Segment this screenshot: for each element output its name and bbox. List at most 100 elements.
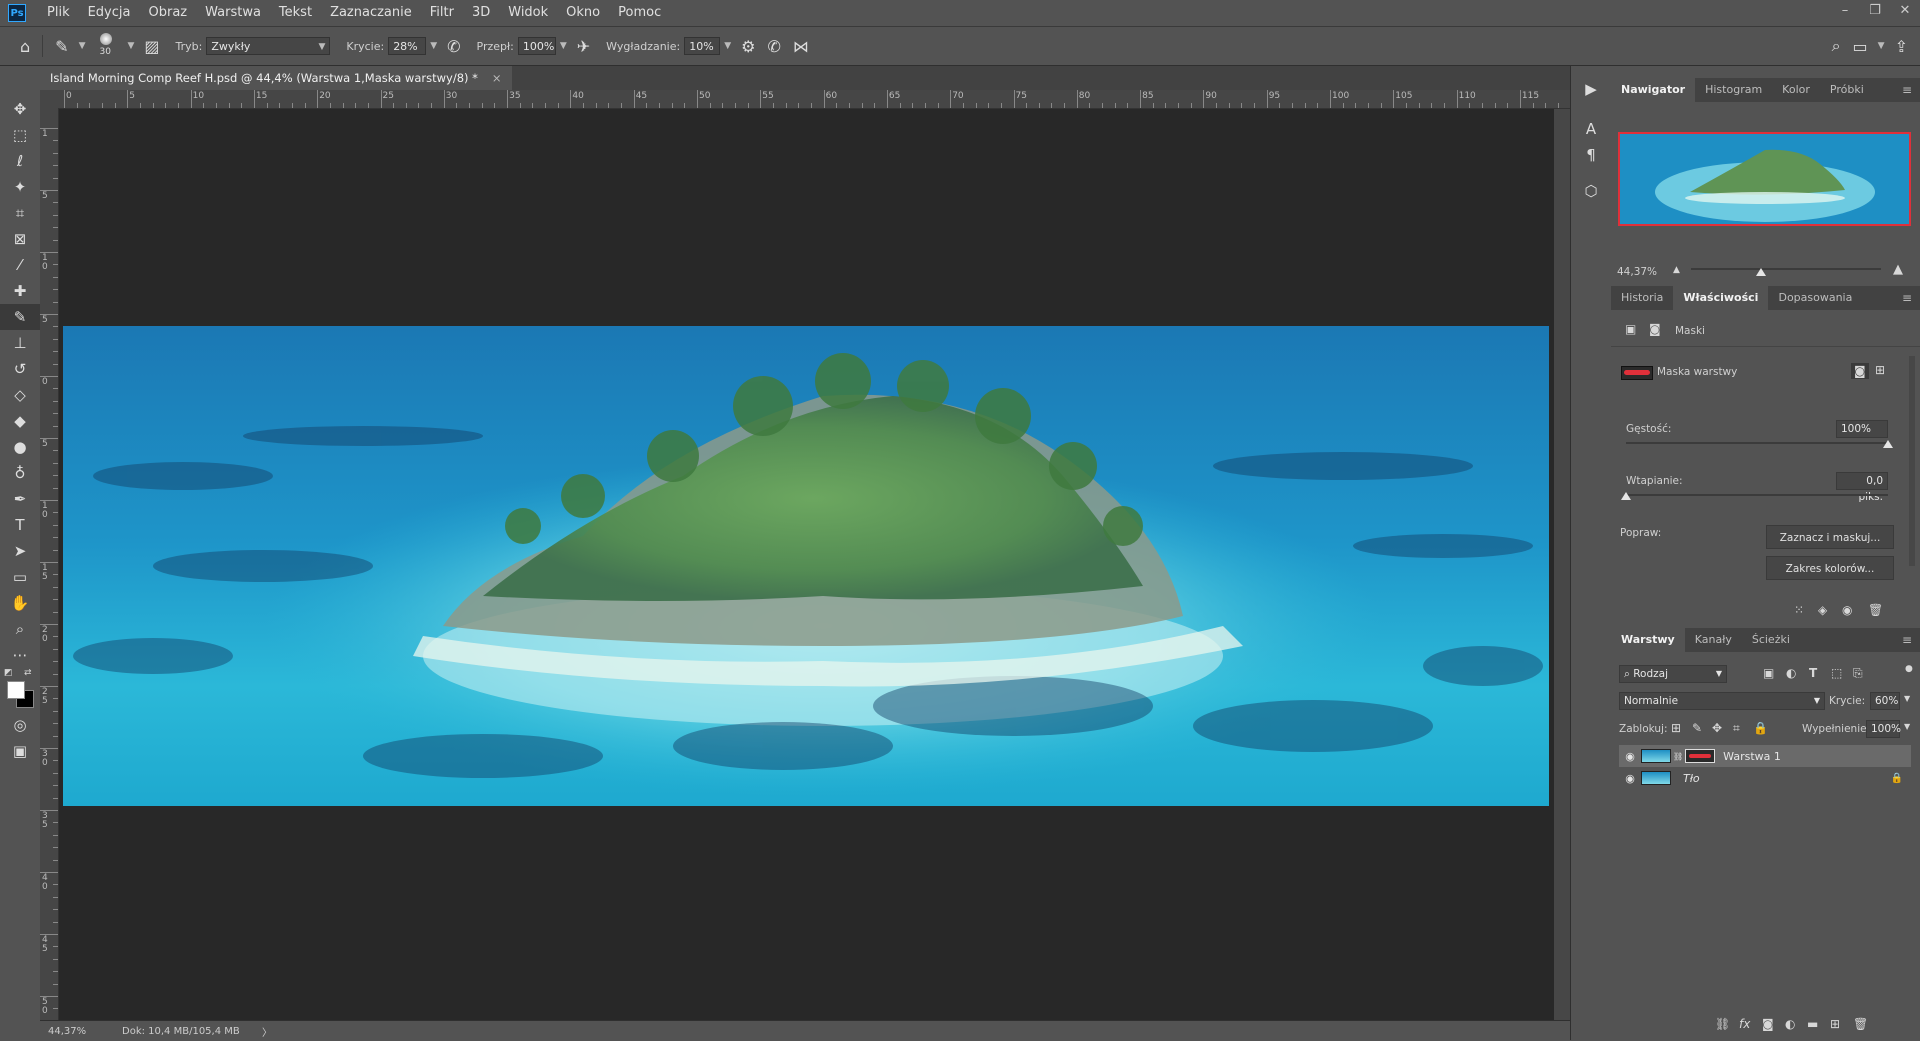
vector-mask-icon[interactable]: ◙ bbox=[1649, 322, 1661, 336]
tab-sciezki[interactable]: Ścieżki bbox=[1742, 628, 1800, 652]
search-icon[interactable]: ⌕ bbox=[1832, 36, 1841, 56]
restore-button[interactable]: ❐ bbox=[1860, 0, 1890, 22]
chevron-down-icon[interactable]: ▼ bbox=[724, 41, 731, 51]
select-pixel-mask-icon[interactable]: ◙ bbox=[1851, 363, 1869, 379]
minimize-button[interactable]: – bbox=[1830, 0, 1860, 22]
fill-field[interactable]: 100% bbox=[1866, 720, 1901, 738]
filter-type-icon[interactable]: T bbox=[1809, 666, 1817, 680]
adjustment-layer-icon[interactable]: ◐ bbox=[1785, 1017, 1795, 1031]
navigator-zoom-knob[interactable] bbox=[1756, 268, 1766, 276]
panel-menu-icon[interactable]: ≡ bbox=[1902, 291, 1912, 305]
menu-okno[interactable]: Okno bbox=[557, 0, 609, 26]
vertical-scrollbar[interactable] bbox=[1554, 109, 1570, 1020]
mode-select[interactable]: Zwykły ▼ bbox=[206, 37, 331, 55]
chevron-down-icon[interactable]: ▼ bbox=[430, 41, 437, 51]
color-range-button[interactable]: Zakres kolorów... bbox=[1766, 556, 1894, 580]
status-arrow-icon[interactable]: 〉 bbox=[262, 1024, 272, 1039]
density-field[interactable]: 100% bbox=[1836, 420, 1888, 438]
document-tab[interactable]: Island Morning Comp Reef H.psd @ 44,4% (… bbox=[40, 66, 512, 90]
share-icon[interactable]: ⇪ bbox=[1895, 37, 1908, 56]
brush-settings-icon[interactable]: ▨ bbox=[144, 37, 159, 56]
history-brush-tool-icon[interactable]: ↺ bbox=[0, 356, 40, 382]
tab-kolor[interactable]: Kolor bbox=[1772, 78, 1820, 102]
layer-row[interactable]: ◉ Tło 🔒 bbox=[1619, 767, 1911, 789]
vertical-ruler[interactable]: 1 5 10 5 0 5 10 15 20 25 30 35 40 45 50 bbox=[40, 108, 59, 1020]
add-mask-icon[interactable]: ◙ bbox=[1762, 1017, 1774, 1031]
layer-name[interactable]: Tło bbox=[1683, 772, 1700, 785]
menu-tekst[interactable]: Tekst bbox=[270, 0, 321, 26]
move-tool-icon[interactable]: ✥ bbox=[0, 96, 40, 122]
fx-icon[interactable]: fx bbox=[1739, 1017, 1750, 1031]
properties-scrollbar[interactable] bbox=[1909, 356, 1915, 566]
brush-tool-icon[interactable]: ✎ bbox=[55, 37, 68, 56]
clone-stamp-tool-icon[interactable]: ⊥ bbox=[0, 330, 40, 356]
filter-toggle-icon[interactable]: ● bbox=[1905, 664, 1913, 674]
delete-mask-icon[interactable]: 🗑 bbox=[1868, 603, 1883, 617]
filter-adjustment-icon[interactable]: ◐ bbox=[1786, 666, 1796, 680]
pixel-mask-icon[interactable]: ▣ bbox=[1625, 322, 1636, 336]
visibility-icon[interactable]: ◉ bbox=[1842, 603, 1852, 617]
layer-row[interactable]: ◉ ⛓ Warstwa 1 bbox=[1619, 745, 1911, 767]
blur-tool-icon[interactable]: ● bbox=[0, 434, 40, 460]
link-layers-icon[interactable]: ⛓ bbox=[1715, 1017, 1730, 1031]
type-tool-icon[interactable]: T bbox=[0, 512, 40, 538]
chevron-down-icon[interactable]: ▼ bbox=[79, 41, 86, 51]
layer-filter-select[interactable]: ⌕ Rodzaj ▼ bbox=[1619, 665, 1727, 683]
flow-field[interactable]: 100% bbox=[517, 37, 556, 55]
brush-preset-picker[interactable]: 30 bbox=[93, 31, 119, 61]
foreground-color-swatch[interactable] bbox=[7, 681, 25, 699]
default-colors-icon[interactable]: ◩ bbox=[4, 668, 13, 678]
more-tools-icon[interactable]: ⋯ bbox=[0, 642, 40, 668]
smoothing-field[interactable]: 10% bbox=[684, 37, 721, 55]
panel-menu-icon[interactable]: ≡ bbox=[1902, 633, 1912, 647]
filter-smart-object-icon[interactable]: ⎘ bbox=[1853, 666, 1863, 681]
menu-3d[interactable]: 3D bbox=[463, 0, 499, 26]
crop-tool-icon[interactable]: ⌗ bbox=[0, 200, 40, 226]
pressure-size-icon[interactable]: ✆ bbox=[767, 37, 780, 56]
close-tab-icon[interactable]: × bbox=[492, 71, 502, 85]
select-and-mask-button[interactable]: Zaznacz i maskuj... bbox=[1766, 525, 1894, 549]
healing-brush-tool-icon[interactable]: ✚ bbox=[0, 278, 40, 304]
chevron-down-icon[interactable]: ▼ bbox=[1878, 41, 1885, 51]
density-knob[interactable] bbox=[1883, 440, 1893, 448]
menu-zaznaczanie[interactable]: Zaznaczanie bbox=[321, 0, 421, 26]
pen-tool-icon[interactable]: ✒ bbox=[0, 486, 40, 512]
lock-pixels-icon[interactable]: ✎ bbox=[1692, 721, 1702, 735]
swap-colors-icon[interactable]: ⇄ bbox=[24, 668, 32, 678]
chevron-down-icon[interactable]: ▼ bbox=[1904, 722, 1910, 731]
new-layer-icon[interactable]: ⊞ bbox=[1830, 1017, 1840, 1031]
character-panel-icon[interactable]: A bbox=[1571, 114, 1611, 144]
quick-mask-icon[interactable]: ◎ bbox=[0, 712, 40, 738]
pressure-opacity-icon[interactable]: ✆ bbox=[447, 37, 460, 56]
layer-mask-thumbnail[interactable] bbox=[1685, 749, 1716, 763]
opacity-field[interactable]: 28% bbox=[388, 37, 427, 55]
menu-pomoc[interactable]: Pomoc bbox=[609, 0, 670, 26]
symmetry-icon[interactable]: ⋈ bbox=[793, 37, 809, 56]
airbrush-icon[interactable]: ✈ bbox=[577, 37, 590, 56]
chevron-down-icon[interactable]: ▼ bbox=[127, 41, 134, 51]
lock-artboard-icon[interactable]: ⌗ bbox=[1733, 721, 1740, 736]
home-icon[interactable]: ⌂ bbox=[20, 37, 30, 56]
chevron-down-icon[interactable]: ▼ bbox=[1904, 694, 1910, 703]
chain-link-icon[interactable]: ⛓ bbox=[1673, 752, 1683, 761]
brush-tool-icon[interactable]: ✎ bbox=[0, 304, 40, 330]
navigator-preview[interactable] bbox=[1618, 132, 1911, 226]
eraser-tool-icon[interactable]: ◇ bbox=[0, 382, 40, 408]
frame-tool-icon[interactable]: ⊠ bbox=[0, 226, 40, 252]
tab-historia[interactable]: Historia bbox=[1611, 286, 1673, 310]
menu-warstwa[interactable]: Warstwa bbox=[196, 0, 270, 26]
filter-shape-icon[interactable]: ⬚ bbox=[1831, 666, 1842, 680]
tab-kanaly[interactable]: Kanały bbox=[1685, 628, 1742, 652]
play-actions-icon[interactable]: ▶ bbox=[1571, 74, 1611, 104]
eye-icon[interactable]: ◉ bbox=[1619, 750, 1641, 763]
density-slider[interactable] bbox=[1626, 442, 1888, 444]
tab-navigator[interactable]: Nawigator bbox=[1611, 78, 1696, 102]
tab-dopasowania[interactable]: Dopasowania bbox=[1768, 286, 1862, 310]
panel-menu-icon[interactable]: ≡ bbox=[1902, 83, 1912, 97]
menu-widok[interactable]: Widok bbox=[499, 0, 557, 26]
blend-mode-select[interactable]: Normalnie ▼ bbox=[1619, 692, 1825, 710]
eye-icon[interactable]: ◉ bbox=[1619, 772, 1641, 785]
horizontal-ruler[interactable]: 0 5 10 15 20 25 30 35 40 45 50 55 60 65 70 75 80 85 90 95 10… bbox=[58, 90, 1570, 109]
menu-obraz[interactable]: Obraz bbox=[139, 0, 196, 26]
paint-bucket-tool-icon[interactable]: ◆ bbox=[0, 408, 40, 434]
